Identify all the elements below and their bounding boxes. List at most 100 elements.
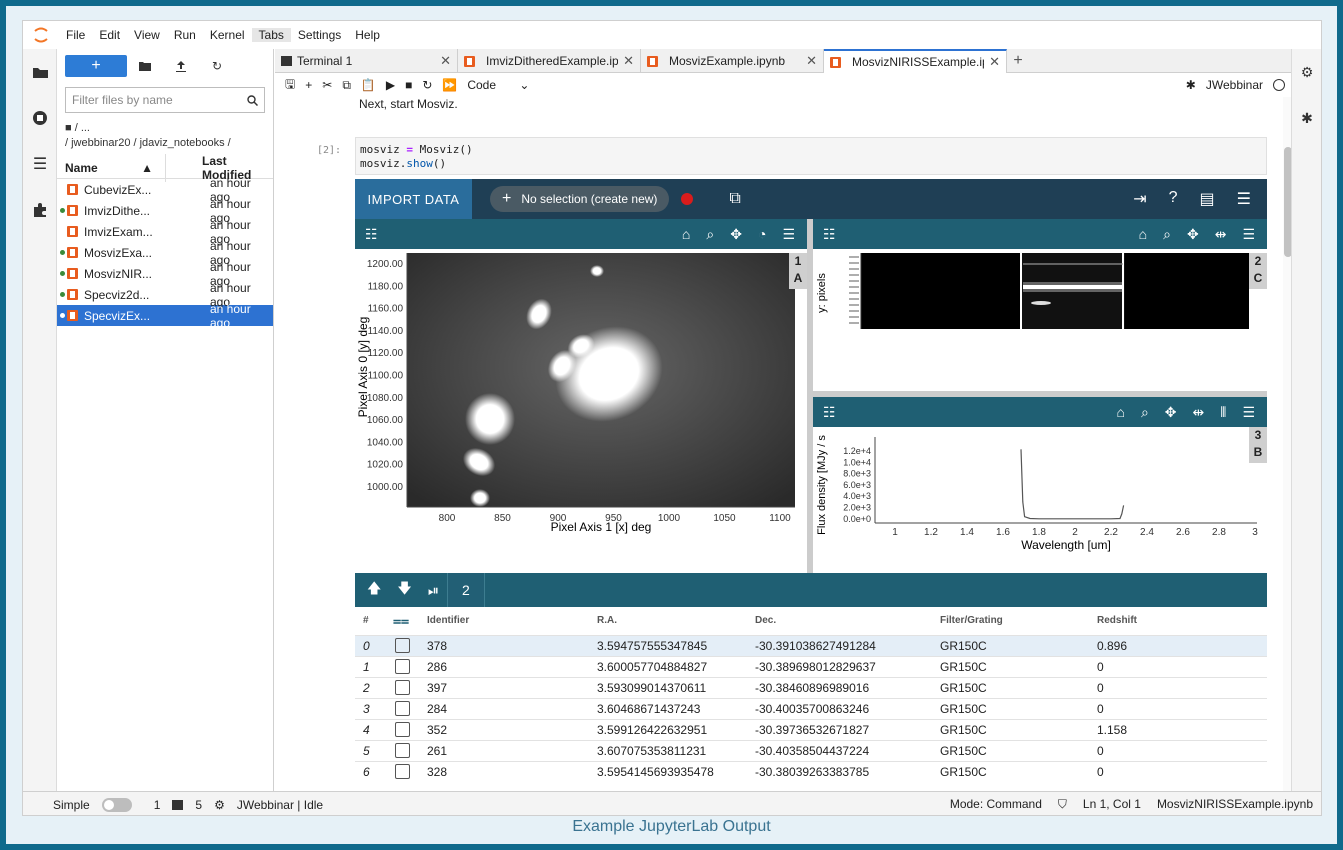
- viewer-layer-tab[interactable]: 2C: [1249, 253, 1267, 289]
- add-tab-button[interactable]: +: [1007, 49, 1029, 72]
- refresh-button[interactable]: ↻: [199, 55, 235, 77]
- row-checkbox[interactable]: [395, 743, 410, 758]
- row-checkbox[interactable]: [395, 722, 410, 737]
- cut-icon[interactable]: ✂: [322, 78, 332, 92]
- export-icon[interactable]: ⇥: [1133, 189, 1146, 209]
- terminal-count[interactable]: 1: [154, 798, 161, 812]
- table-row[interactable]: 6 328 3.5954145693935478 -30.38039263383785…: [355, 760, 1267, 782]
- debugger-icon[interactable]: ✱: [1292, 95, 1321, 141]
- bug-icon[interactable]: ✱: [1186, 78, 1196, 92]
- spectrum-2d-viewer[interactable]: y: pixels 2C: [813, 249, 1267, 397]
- filter-icon[interactable]: ⩵: [379, 607, 427, 635]
- kernel-status[interactable]: JWebbinar | Idle: [237, 798, 323, 812]
- contrast-icon[interactable]: ◔: [758, 226, 766, 243]
- viewer-layer-tab[interactable]: 1A: [789, 253, 807, 289]
- row-checkbox[interactable]: [395, 764, 410, 780]
- col-ra[interactable]: R.A.: [597, 607, 755, 635]
- spectrum-1d-viewer[interactable]: 1.2e+4 1.0e+4 8.0e+3 6.0e+3 4.0e+3 2.0e+3 0.0e…: [813, 427, 1267, 567]
- kernel-indicator[interactable]: ✱ JWebbinar: [1186, 78, 1293, 92]
- subset-selection-chip[interactable]: + No selection (create new): [490, 186, 670, 212]
- code-cell[interactable]: mosviz = Mosviz() mosviz.show(): [355, 137, 1267, 175]
- table-row[interactable]: 4 352 3.599126422632951 -30.39736532671827 G…: [355, 718, 1267, 740]
- help-icon[interactable]: ?: [1169, 189, 1178, 209]
- col-dec[interactable]: Dec.: [755, 607, 940, 635]
- spectrum-2d-plot[interactable]: y: pixels: [813, 249, 1267, 391]
- menu-kernel[interactable]: Kernel: [203, 28, 252, 42]
- row-checkbox[interactable]: [395, 638, 410, 653]
- run-icon[interactable]: ▶: [386, 78, 395, 92]
- menu-icon[interactable]: ☰: [1237, 189, 1251, 209]
- menu-help[interactable]: Help: [348, 28, 387, 42]
- new-folder-button[interactable]: [127, 55, 163, 77]
- extension-icon[interactable]: [23, 187, 57, 233]
- home-icon[interactable]: ⌂: [1116, 404, 1124, 421]
- pan-icon[interactable]: ✥: [730, 226, 742, 243]
- pan-icon[interactable]: ✥: [1187, 226, 1199, 243]
- menu-tabs[interactable]: Tabs: [251, 28, 291, 42]
- menu-settings[interactable]: Settings: [291, 28, 348, 42]
- settings-icon[interactable]: ☰: [782, 226, 795, 243]
- breadcrumb-root[interactable]: ■ / ...: [65, 121, 265, 136]
- stop-icon[interactable]: ■: [405, 78, 412, 92]
- tab-mosviz-example[interactable]: MosvizExample.ipynb ✕: [641, 49, 824, 73]
- upload-button[interactable]: [163, 55, 199, 77]
- row-checkbox[interactable]: [395, 701, 410, 716]
- tab-mosviz-niriss[interactable]: MosvizNIRISSExample.ipyn ✕: [824, 49, 1007, 73]
- save-icon[interactable]: 🖫: [285, 75, 295, 96]
- link-icon[interactable]: ⧉: [729, 190, 740, 208]
- restart-icon[interactable]: ↻: [422, 78, 432, 92]
- image-plot[interactable]: 1200.00 1180.00 1160.00 1140.00 1120.00 1100.…: [355, 249, 807, 567]
- copy-icon[interactable]: ⧉: [342, 78, 351, 93]
- simple-mode-toggle[interactable]: [101, 797, 132, 812]
- home-icon[interactable]: ⌂: [1139, 226, 1147, 243]
- zoom-icon[interactable]: ⌕: [1141, 404, 1149, 421]
- file-row[interactable]: SpecvizEx... an hour ago: [57, 302, 273, 330]
- zoom-icon[interactable]: ⌕: [706, 226, 714, 243]
- cursor-position[interactable]: Ln 1, Col 1: [1083, 797, 1141, 812]
- table-row[interactable]: 0 378 3.594757555347845 -30.391038627491284…: [355, 634, 1267, 656]
- breadcrumb[interactable]: ■ / ... / jwebbinar20 / jdaviz_notebooks…: [57, 113, 273, 151]
- layer-list-icon[interactable]: ☷: [813, 404, 836, 421]
- layer-list-icon[interactable]: ☷: [813, 226, 836, 243]
- row-checkbox[interactable]: [395, 680, 410, 695]
- line-list-icon[interactable]: ⦀: [1220, 404, 1226, 421]
- settings-icon[interactable]: ☰: [1242, 404, 1255, 421]
- play-pause-icon[interactable]: ⏯: [420, 582, 447, 599]
- layer-list-icon[interactable]: ☷: [355, 226, 378, 243]
- paste-icon[interactable]: 📋: [361, 78, 376, 92]
- table-row[interactable]: 2 397 3.593099014370611 -30.38460896989016 G…: [355, 676, 1267, 698]
- breadcrumb-path[interactable]: / jwebbinar20 / jdaviz_notebooks /: [65, 136, 265, 151]
- home-icon[interactable]: ⌂: [682, 226, 690, 243]
- filter-files-input[interactable]: Filter files by name: [65, 87, 265, 113]
- zoom-icon[interactable]: ⌕: [1163, 226, 1171, 243]
- menu-view[interactable]: View: [127, 28, 167, 42]
- col-redshift[interactable]: Redshift: [1097, 607, 1267, 635]
- table-row[interactable]: 5 261 3.607075353811231 -30.40358504437224 G…: [355, 739, 1267, 761]
- tab-imviz-dithered[interactable]: ImvizDitheredExample.ipyn ✕: [458, 49, 641, 73]
- close-icon[interactable]: ✕: [806, 53, 817, 69]
- fast-forward-icon[interactable]: ⏩: [442, 78, 457, 92]
- new-launcher-button[interactable]: +: [65, 55, 127, 77]
- slice-icon[interactable]: ⇹: [1193, 404, 1205, 421]
- col-identifier[interactable]: Identifier: [427, 607, 597, 635]
- column-name-header[interactable]: Name ▲: [57, 161, 165, 175]
- pan-icon[interactable]: ✥: [1165, 404, 1177, 421]
- row-checkbox[interactable]: [395, 659, 410, 674]
- slice-icon[interactable]: ⇹: [1215, 226, 1227, 243]
- running-icon[interactable]: [23, 95, 57, 141]
- settings-icon[interactable]: ☰: [1242, 226, 1255, 243]
- folder-icon[interactable]: [23, 49, 57, 95]
- insert-cell-icon[interactable]: +: [305, 78, 312, 92]
- menu-file[interactable]: File: [59, 28, 92, 42]
- toc-icon[interactable]: ☰: [23, 141, 57, 187]
- arrow-up-icon[interactable]: 🡅: [355, 578, 389, 602]
- viewer-layer-tab[interactable]: 3B: [1249, 427, 1267, 463]
- table-row[interactable]: 3 284 3.60468671437243 -30.40035700863246 GR…: [355, 697, 1267, 719]
- arrow-down-icon[interactable]: 🡇: [389, 578, 419, 602]
- menu-run[interactable]: Run: [167, 28, 203, 42]
- import-data-button[interactable]: IMPORT DATA: [355, 179, 472, 219]
- close-icon[interactable]: ✕: [989, 54, 1000, 70]
- cell-type-select[interactable]: Code ⌄: [467, 78, 529, 92]
- kernel-name[interactable]: JWebbinar: [1206, 78, 1263, 92]
- close-icon[interactable]: ✕: [623, 53, 634, 69]
